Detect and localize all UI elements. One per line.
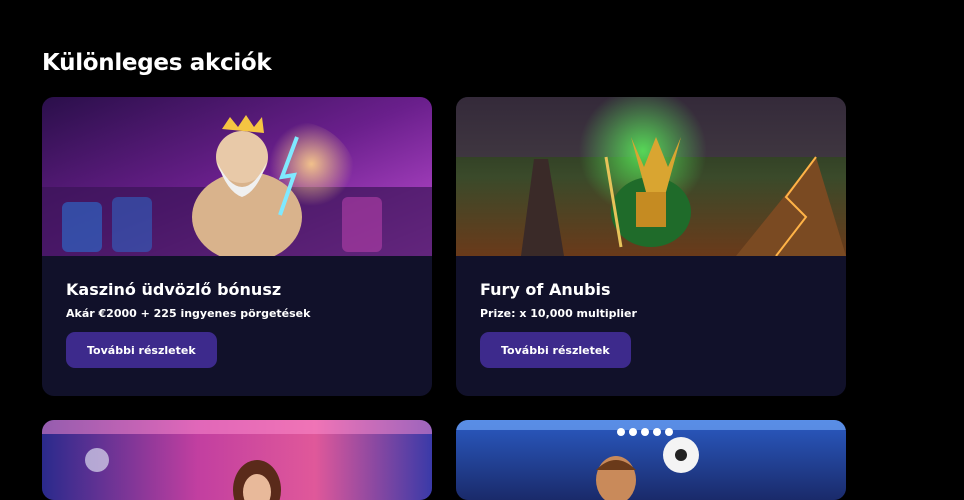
disco-woman-banner-image [42,420,432,500]
anubis-pyramid-banner-image [456,97,846,256]
zeus-casino-banner-image [42,97,432,256]
promo-card-casino-welcome[interactable]: Kaszinó üdvözlő bónusz Akár €2000 + 225 … [42,97,432,396]
more-details-button[interactable]: További részletek [480,332,631,368]
promo-title: Kaszinó üdvözlő bónusz [66,280,282,299]
promo-card-disco[interactable] [42,420,432,500]
football-player-banner-image [456,420,846,500]
promo-subtitle: Akár €2000 + 225 ingyenes pörgetések [66,307,311,320]
promo-card-fury-of-anubis[interactable]: Fury of Anubis Prize: x 10,000 multiplie… [456,97,846,396]
promo-title: Fury of Anubis [480,280,611,299]
promo-card-football[interactable] [456,420,846,500]
promo-subtitle: Prize: x 10,000 multiplier [480,307,637,320]
more-details-button[interactable]: További részletek [66,332,217,368]
section-title: Különleges akciók [42,50,272,76]
